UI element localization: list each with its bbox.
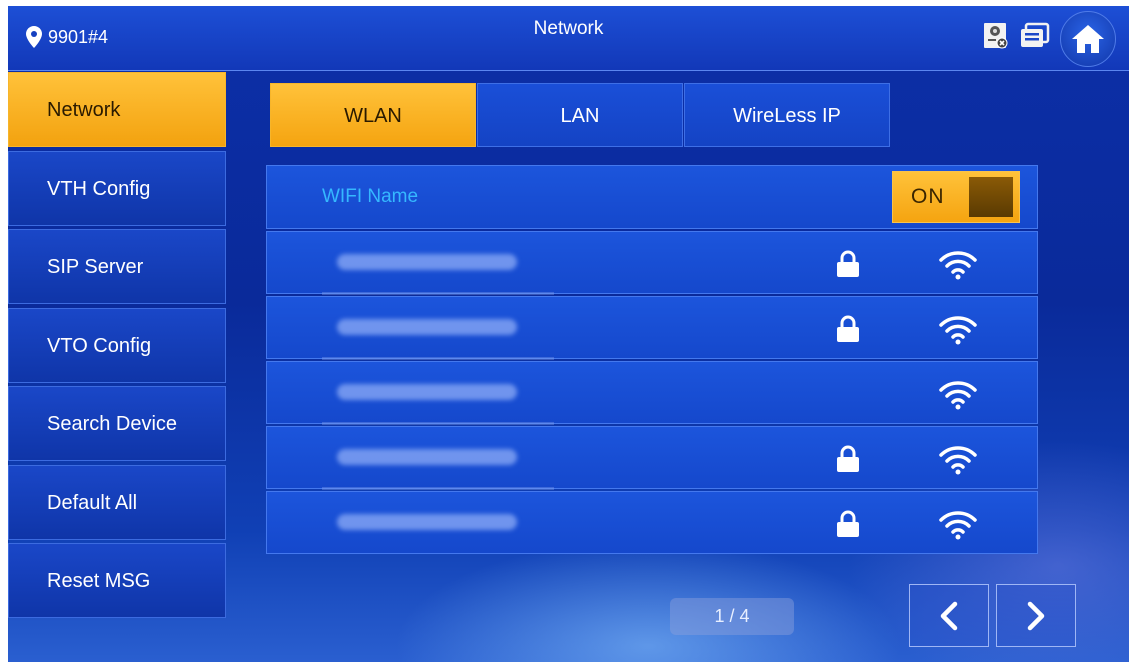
next-page-button[interactable] <box>996 584 1076 647</box>
tab-wlan[interactable]: WLAN <box>270 83 476 147</box>
wifi-network-row[interactable] <box>266 361 1038 424</box>
sidebar-item-default-all[interactable]: Default All <box>8 465 226 540</box>
wifi-network-row[interactable] <box>266 426 1038 489</box>
prev-page-button[interactable] <box>909 584 989 647</box>
chevron-left-icon <box>940 601 958 630</box>
tab-wireless-ip[interactable]: WireLess IP <box>684 83 890 147</box>
lock-icon <box>837 315 859 342</box>
tab-lan[interactable]: LAN <box>477 83 683 147</box>
wifi-network-row[interactable] <box>266 231 1038 294</box>
home-button[interactable] <box>1060 11 1116 67</box>
message-icon[interactable] <box>1020 22 1052 50</box>
top-bar: 9901#4 Network <box>8 6 1129 71</box>
wifi-name-label: WIFI Name <box>322 186 419 207</box>
chevron-right-icon <box>1027 601 1045 630</box>
wifi-header-row: WIFI Name ON <box>266 165 1038 229</box>
sidebar-item-vth-config[interactable]: VTH Config <box>8 151 226 226</box>
page-indicator: 1 / 4 <box>670 598 794 635</box>
wifi-icon <box>939 446 977 475</box>
wifi-icon <box>939 511 977 540</box>
ssid-blurred <box>337 384 517 400</box>
home-icon <box>1072 25 1104 53</box>
lock-icon <box>837 445 859 472</box>
sidebar-item-reset-msg[interactable]: Reset MSG <box>8 543 226 618</box>
ssid-blurred <box>337 254 517 270</box>
wifi-toggle[interactable]: ON <box>892 171 1020 223</box>
wifi-icon <box>939 316 977 345</box>
screen: 9901#4 Network Network VTH Config SIP Se… <box>8 6 1129 662</box>
row-divider <box>322 357 554 360</box>
toggle-knob <box>969 177 1013 217</box>
ssid-blurred <box>337 449 517 465</box>
sidebar-item-sip-server[interactable]: SIP Server <box>8 229 226 304</box>
wifi-network-row[interactable] <box>266 491 1038 554</box>
sidebar-item-search-device[interactable]: Search Device <box>8 386 226 461</box>
page-title: Network <box>533 18 604 39</box>
ssid-blurred <box>337 514 517 530</box>
row-divider <box>322 292 554 295</box>
lock-icon <box>837 250 859 277</box>
wifi-icon <box>939 251 977 280</box>
sidebar-item-vto-config[interactable]: VTO Config <box>8 308 226 383</box>
row-divider <box>322 422 554 425</box>
wifi-icon <box>939 381 977 410</box>
ssid-blurred <box>337 319 517 335</box>
wifi-toggle-label: ON <box>911 185 945 208</box>
sidebar-item-network[interactable]: Network <box>8 72 226 147</box>
lock-icon <box>837 510 859 537</box>
row-divider <box>322 487 554 490</box>
wifi-network-row[interactable] <box>266 296 1038 359</box>
camera-settings-icon[interactable] <box>983 22 1009 50</box>
